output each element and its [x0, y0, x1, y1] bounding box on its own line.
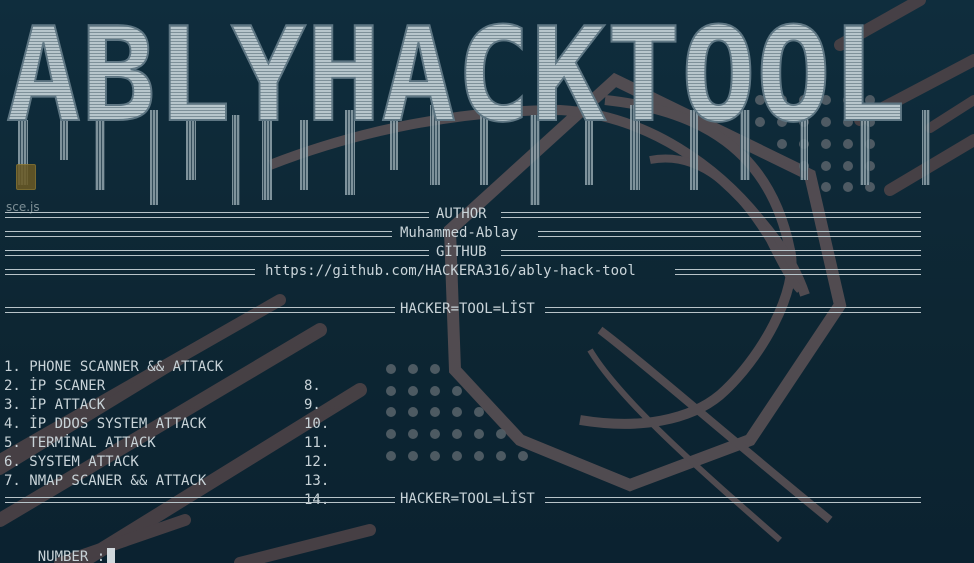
menu-item: 7. NMAP SCANER && ATTACK	[4, 473, 207, 489]
author-name-line: Muhammed-Ablay	[5, 224, 921, 243]
double-rule	[675, 269, 921, 275]
menu-row: 7. NMAP SCANER && ATTACK 14.	[4, 453, 329, 508]
double-rule	[5, 250, 429, 256]
author-title-line: AUTHOR	[5, 205, 921, 224]
double-rule	[501, 250, 921, 256]
github-url-line: https://github.com/HACKERA316/ably-hack-…	[5, 262, 921, 281]
double-rule	[5, 497, 395, 503]
number-prompt[interactable]: NUMBER :	[4, 529, 116, 563]
menu-row: 3. İP ATTACK 10.	[4, 377, 329, 432]
list-title-line-bottom: HACKER=TOOL=LİST	[5, 490, 921, 509]
list-title: HACKER=TOOL=LİST	[400, 301, 535, 317]
menu-item: 11.	[304, 435, 330, 451]
double-rule	[5, 307, 395, 313]
menu-row: 6. SYSTEM ATTACK 13.	[4, 434, 329, 489]
menu-item: 12.	[304, 454, 330, 470]
github-title-line: GİTHUB	[5, 243, 921, 262]
list-title-line-top: HACKER=TOOL=LİST	[5, 300, 921, 319]
menu-item: 10.	[304, 416, 330, 432]
menu-row: 2. İP SCANER 9.	[4, 358, 321, 413]
menu-item: 9.	[304, 397, 321, 413]
github-url[interactable]: https://github.com/HACKERA316/ably-hack-…	[265, 262, 636, 281]
double-rule	[545, 307, 921, 313]
text-cursor[interactable]	[107, 548, 116, 563]
double-rule	[501, 212, 921, 218]
double-rule	[5, 212, 429, 218]
prompt-label: NUMBER :	[37, 549, 106, 563]
double-rule	[5, 269, 255, 275]
double-rule	[5, 231, 392, 237]
menu-item: 8.	[304, 378, 321, 394]
author-title: AUTHOR	[436, 206, 487, 222]
menu-row: 1. PHONE SCANNER && ATTACK 8.	[4, 339, 321, 394]
double-rule	[538, 231, 921, 237]
menu-item: 13.	[304, 473, 330, 489]
list-title: HACKER=TOOL=LİST	[400, 491, 535, 507]
menu-row: 5. TERMİNAL ATTACK 12.	[4, 415, 329, 470]
github-title: GİTHUB	[436, 244, 487, 260]
double-rule	[545, 497, 921, 503]
author-name: Muhammed-Ablay	[400, 225, 519, 241]
menu-row: 4. İP DDOS SYSTEM ATTACK 11.	[4, 396, 329, 451]
terminal-output: AUTHOR Muhammed-Ablay GİTHUB https://git…	[0, 0, 974, 563]
